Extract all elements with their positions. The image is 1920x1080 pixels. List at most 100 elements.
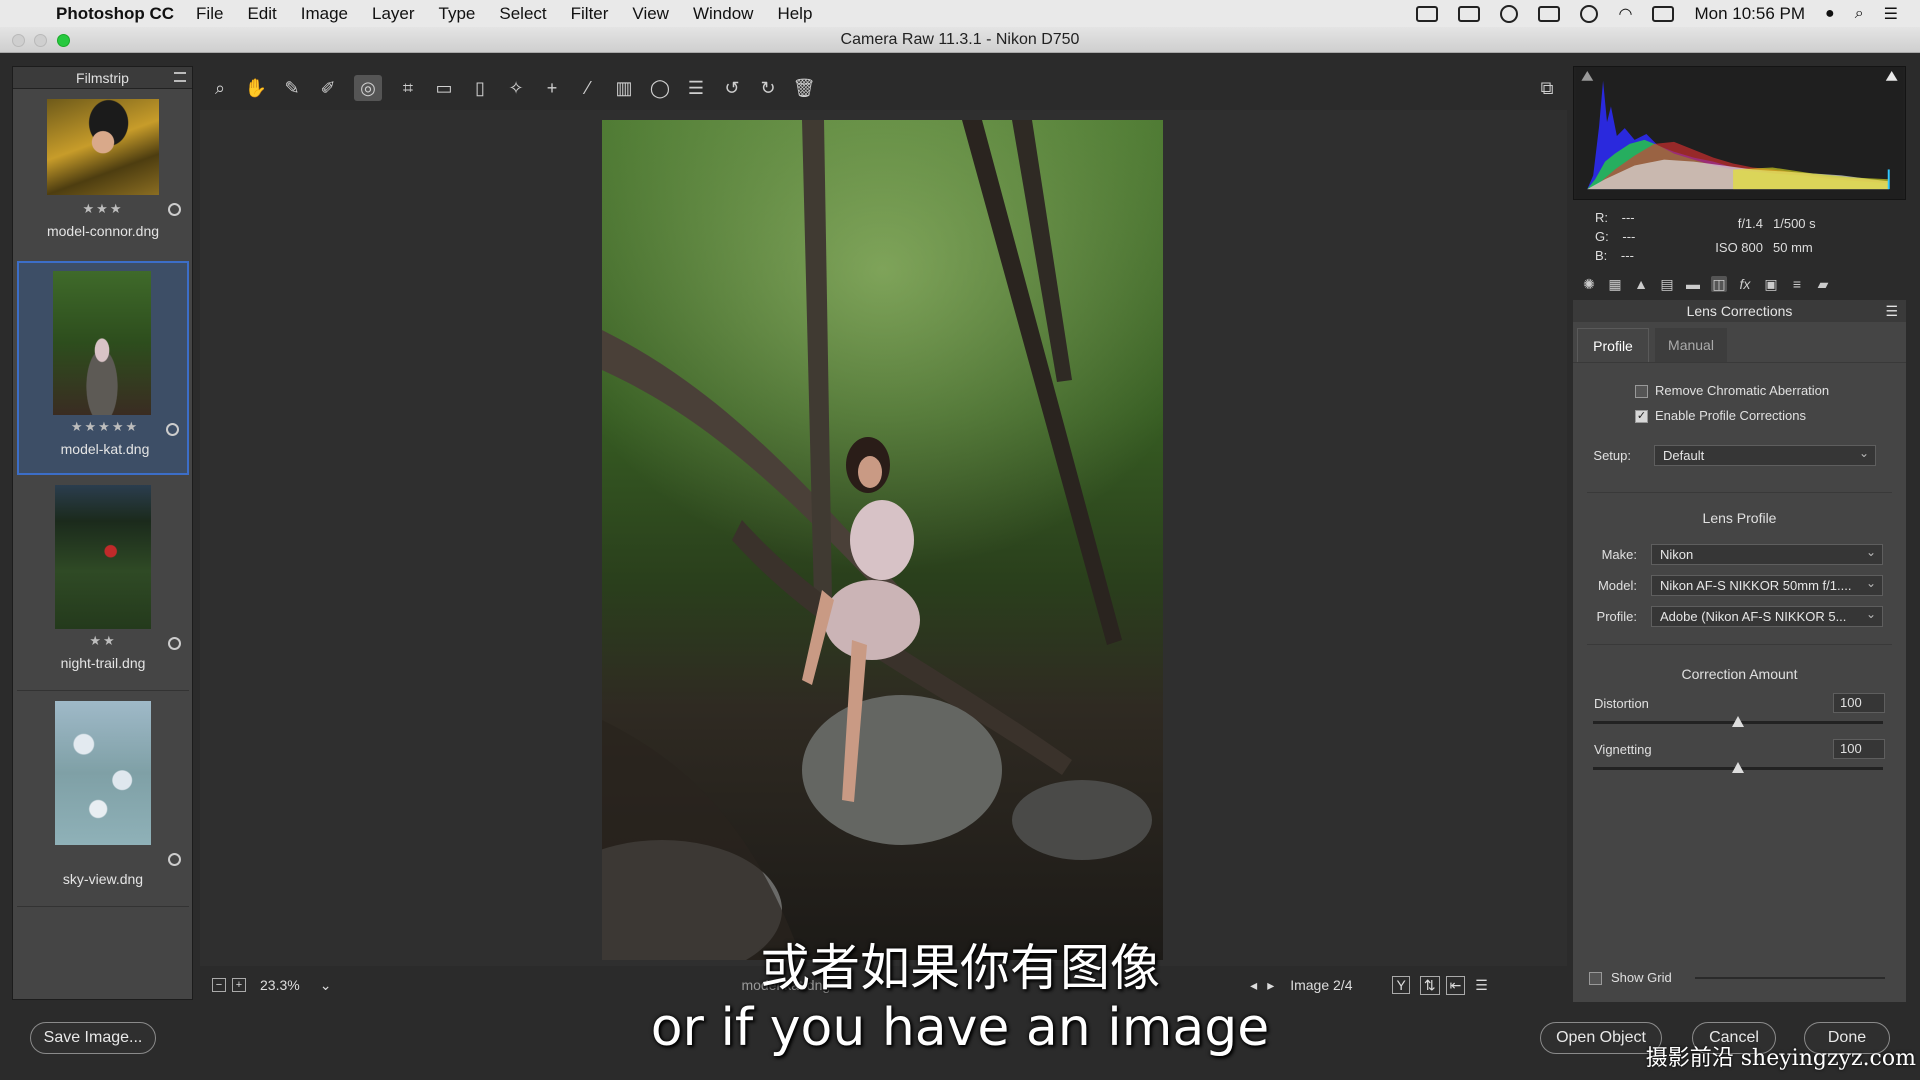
camera-calibration-icon[interactable]: ▣ <box>1763 276 1779 292</box>
detail-icon[interactable]: ▲ <box>1633 276 1649 292</box>
menu-image[interactable]: Image <box>301 4 348 24</box>
transform-icon[interactable]: ▯ <box>470 78 490 98</box>
distortion-label: Distortion <box>1594 696 1649 711</box>
menu-file[interactable]: File <box>196 4 223 24</box>
basic-panel-icon[interactable]: ✺ <box>1581 276 1597 292</box>
blue-value: --- <box>1620 248 1634 263</box>
tab-manual[interactable]: Manual <box>1655 328 1727 362</box>
adjustment-brush-icon[interactable]: ⁄ <box>578 78 598 98</box>
crop-icon[interactable]: ⌗ <box>398 78 418 98</box>
distortion-slider-thumb[interactable] <box>1732 716 1744 727</box>
white-balance-icon[interactable]: ✎ <box>282 78 302 98</box>
hand-icon[interactable]: ✋ <box>245 78 267 98</box>
vignetting-label: Vignetting <box>1594 742 1652 757</box>
radial-filter-icon[interactable]: ◯ <box>650 78 670 98</box>
subtitle-chinese: 或者如果你有图像 <box>760 939 1160 997</box>
vignetting-slider-thumb[interactable] <box>1732 762 1744 773</box>
filmstrip-item-night-trail[interactable]: ★★ night-trail.dng <box>17 477 189 691</box>
make-select[interactable]: Nikon <box>1651 544 1883 565</box>
vignetting-value-field[interactable]: 100 <box>1833 739 1885 759</box>
menu-select[interactable]: Select <box>499 4 546 24</box>
red-eye-icon[interactable]: + <box>542 78 562 98</box>
filename-label: model-connor.dng <box>46 223 160 239</box>
histogram <box>1573 66 1906 200</box>
menu-help[interactable]: Help <box>777 4 812 24</box>
tab-profile[interactable]: Profile <box>1577 328 1649 362</box>
color-sampler-icon[interactable]: ✐ <box>318 78 338 98</box>
camera-tray-icon[interactable] <box>1416 5 1439 22</box>
iso-value: ISO 800 <box>1715 240 1763 255</box>
divider <box>1587 492 1892 493</box>
window-title: Camera Raw 11.3.1 - Nikon D750 <box>840 31 1080 48</box>
aperture-value: f/1.4 <box>1737 216 1763 231</box>
app-menu[interactable]: Photoshop CC <box>56 4 174 24</box>
notification-center-icon[interactable]: ☰ <box>1884 4 1898 24</box>
subtitle-english: or if you have an image <box>650 998 1270 1058</box>
layout-tray-icon[interactable] <box>1538 5 1561 22</box>
zoom-window-button[interactable] <box>57 34 70 47</box>
thumbnail-night-trail <box>55 485 151 629</box>
creative-cloud-icon[interactable] <box>1500 4 1519 23</box>
setup-label: Setup: <box>1593 448 1631 463</box>
tone-curve-icon[interactable]: ▦ <box>1607 276 1623 292</box>
menu-filter[interactable]: Filter <box>571 4 609 24</box>
filmstrip-item-sky-view[interactable]: sky-view.dng <box>17 693 189 907</box>
filename-label: night-trail.dng <box>60 655 146 671</box>
hsl-icon[interactable]: ▤ <box>1659 276 1675 292</box>
menu-edit[interactable]: Edit <box>247 4 276 24</box>
airplay-icon[interactable] <box>1652 5 1675 22</box>
thumbnail-model-kat <box>53 271 151 415</box>
lens-corrections-icon[interactable]: ◫ <box>1711 276 1727 292</box>
filmstrip-item-model-kat[interactable]: ★★★★★ model-kat.dng <box>17 261 189 475</box>
rating-stars[interactable]: ★★ <box>17 633 189 649</box>
zoom-icon[interactable]: ⌕ <box>210 78 230 98</box>
tab-divider <box>1573 362 1906 363</box>
main-photo-preview[interactable] <box>602 120 1163 960</box>
spot-removal-icon[interactable]: ✧ <box>506 78 526 98</box>
presets-icon[interactable]: ≡ <box>1789 276 1805 292</box>
fullscreen-toggle-icon[interactable]: ⧉ <box>1537 78 1557 98</box>
split-toning-icon[interactable]: ▬ <box>1685 276 1701 292</box>
menu-view[interactable]: View <box>632 4 669 24</box>
snapshots-icon[interactable]: ▰ <box>1815 276 1831 292</box>
enable-profile-corrections-label: Enable Profile Corrections <box>1655 408 1807 423</box>
graduated-filter-icon[interactable]: ▥ <box>614 78 634 98</box>
panel-menu-icon[interactable]: ☰ <box>1885 300 1898 322</box>
rotate-left-icon[interactable]: ↺ <box>722 78 742 98</box>
menu-window[interactable]: Window <box>693 4 753 24</box>
profile-label: Profile: <box>1596 609 1637 624</box>
time-machine-icon[interactable] <box>1580 4 1599 23</box>
edited-badge-icon <box>168 203 181 216</box>
targeted-adjustment-icon[interactable]: ◎ <box>354 75 382 101</box>
setup-select[interactable]: Default <box>1654 445 1876 466</box>
menubar-clock[interactable]: Mon 10:56 PM <box>1694 4 1805 24</box>
preferences-icon[interactable]: ☰ <box>686 78 706 98</box>
trash-icon[interactable]: 🗑 <box>793 78 816 98</box>
camera-raw-toolbar: ⌕ ✋ ✎ ✐ ◎ ⌗ ▭ ▯ ✧ + ⁄ ▥ ◯ ☰ ↺ ↻ 🗑 ⧉ <box>200 66 1567 110</box>
rotate-right-icon[interactable]: ↻ <box>758 78 778 98</box>
minimize-window-button[interactable] <box>34 34 47 47</box>
model-select[interactable]: Nikon AF-S NIKKOR 50mm f/1.... <box>1651 575 1883 596</box>
close-window-button[interactable] <box>12 34 25 47</box>
profile-select[interactable]: Adobe (Nikon AF-S NIKKOR 5... <box>1651 606 1883 627</box>
display-tray-icon[interactable] <box>1458 5 1481 22</box>
edited-badge-icon <box>166 423 179 436</box>
menu-type[interactable]: Type <box>439 4 476 24</box>
window-titlebar: Camera Raw 11.3.1 - Nikon D750 <box>0 27 1920 53</box>
green-value: --- <box>1622 229 1636 244</box>
divider <box>1587 644 1892 645</box>
effects-icon[interactable]: fx <box>1737 276 1753 292</box>
red-value: --- <box>1621 210 1635 225</box>
rgb-exif-readout: R: --- G: --- B: --- f/1.4 1/500 s ISO 8… <box>1573 200 1906 270</box>
menu-layer[interactable]: Layer <box>372 4 415 24</box>
user-icon[interactable]: ● <box>1825 5 1835 23</box>
wifi-icon[interactable]: ◠ <box>1618 4 1632 24</box>
straighten-icon[interactable]: ▭ <box>434 78 454 98</box>
enable-profile-corrections-checkbox[interactable]: ✓ <box>1635 410 1648 423</box>
filmstrip-menu-icon[interactable] <box>174 72 186 82</box>
filmstrip-title: Filmstrip <box>76 70 129 86</box>
rating-stars[interactable]: ★★★ <box>17 201 189 217</box>
distortion-value-field[interactable]: 100 <box>1833 693 1885 713</box>
remove-chromatic-aberration-checkbox[interactable] <box>1635 385 1648 398</box>
spotlight-search-icon[interactable]: ⌕ <box>1855 5 1864 23</box>
